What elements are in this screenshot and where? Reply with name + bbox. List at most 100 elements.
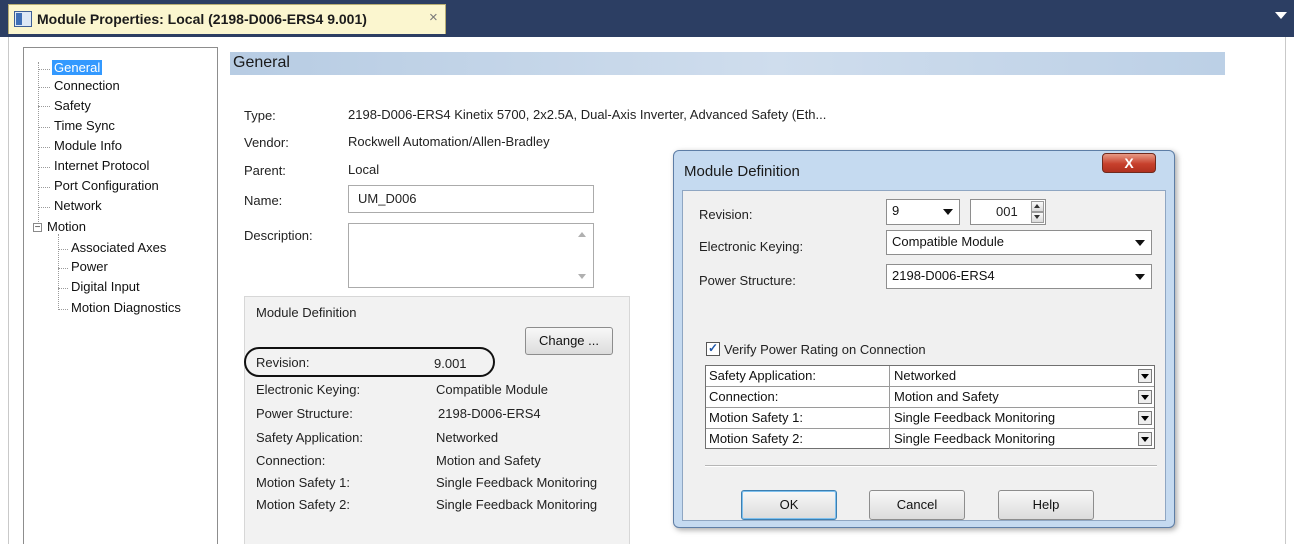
moddef-keying-value: Compatible Module <box>436 382 549 397</box>
motion-safety-2-value[interactable]: Single Feedback Monitoring <box>891 429 1137 449</box>
moddef-safety-app-label: Safety Application: <box>256 430 363 445</box>
motion-safety-1-value[interactable]: Single Feedback Monitoring <box>891 408 1137 428</box>
nav-item-power[interactable]: Power <box>71 259 108 274</box>
nav-item-digital-input[interactable]: Digital Input <box>71 279 140 294</box>
tree-connector <box>38 69 50 70</box>
grid-row: Safety Application: Networked <box>706 366 1154 387</box>
nav-item-internet-protocol[interactable]: Internet Protocol <box>54 158 149 173</box>
nav-item-associated-axes[interactable]: Associated Axes <box>71 240 166 255</box>
revision-highlight-oval <box>244 347 495 377</box>
scroll-up-icon[interactable] <box>578 232 586 237</box>
chevron-down-icon[interactable] <box>1138 432 1152 446</box>
nav-item-motion-diagnostics[interactable]: Motion Diagnostics <box>71 300 181 315</box>
moddef-motion-safety-2-label: Motion Safety 2: <box>256 497 350 512</box>
revision-minor-value: 001 <box>996 204 1018 219</box>
parent-value: Local <box>348 162 380 177</box>
tree-connector <box>58 249 68 250</box>
section-header: General <box>230 52 1225 75</box>
change-button[interactable]: Change ... <box>525 327 613 355</box>
chevron-down-icon <box>943 209 953 215</box>
moddef-motion-safety-1-value: Single Feedback Monitoring <box>436 475 598 490</box>
vendor-value: Rockwell Automation/Allen-Bradley <box>348 134 550 149</box>
spin-up-icon[interactable] <box>1031 201 1044 212</box>
grid-label: Motion Safety 1: <box>706 408 890 428</box>
connection-value[interactable]: Motion and Safety <box>891 387 1137 407</box>
safety-application-value[interactable]: Networked <box>891 366 1137 386</box>
dialog-close-button[interactable]: X <box>1102 153 1156 173</box>
moddef-power-label: Power Structure: <box>256 406 353 421</box>
nav-item-label: General <box>52 60 103 75</box>
tree-connector <box>38 147 50 148</box>
dialog-keying-label: Electronic Keying: <box>699 239 804 254</box>
tree-connector <box>58 288 68 289</box>
verify-power-rating-label: Verify Power Rating on Connection <box>724 342 926 357</box>
grid-row: Motion Safety 2: Single Feedback Monitor… <box>706 429 1154 450</box>
tree-connector <box>38 106 50 107</box>
spin-down-icon[interactable] <box>1031 212 1044 223</box>
safety-settings-grid: Safety Application: Networked Connection… <box>705 365 1155 449</box>
tab-list-dropdown-icon[interactable] <box>1275 12 1287 19</box>
type-value: 2198-D006-ERS4 Kinetix 5700, 2x2.5A, Dua… <box>348 107 827 122</box>
cancel-button[interactable]: Cancel <box>869 490 965 520</box>
nav-item-network[interactable]: Network <box>54 198 102 213</box>
nav-item-module-info[interactable]: Module Info <box>54 138 122 153</box>
dialog-separator <box>705 465 1157 467</box>
revision-minor-spinner[interactable]: 001 <box>970 199 1046 225</box>
dialog-title: Module Definition <box>684 163 800 180</box>
chevron-down-icon[interactable] <box>1138 411 1152 425</box>
grid-row: Motion Safety 1: Single Feedback Monitor… <box>706 408 1154 429</box>
tab-close-icon[interactable]: × <box>429 9 438 26</box>
grid-row: Connection: Motion and Safety <box>706 387 1154 408</box>
collapse-icon[interactable]: − <box>33 223 42 233</box>
tree-connector <box>38 127 50 128</box>
tree-connector <box>38 207 50 208</box>
ok-button[interactable]: OK <box>741 490 837 520</box>
module-definition-dialog: Module Definition X Revision: 9 001 Elec… <box>673 150 1175 528</box>
nav-item-general[interactable]: General <box>52 60 103 75</box>
scroll-down-icon[interactable] <box>578 274 586 279</box>
nav-item-safety[interactable]: Safety <box>54 98 91 113</box>
description-label: Description: <box>244 228 313 243</box>
electronic-keying-value: Compatible Module <box>892 234 1005 249</box>
chevron-down-icon[interactable] <box>1138 369 1152 383</box>
power-structure-select[interactable]: 2198-D006-ERS4 <box>886 264 1152 289</box>
module-properties-tab[interactable]: Module Properties: Local (2198-D006-ERS4… <box>8 4 446 34</box>
module-properties-icon <box>14 11 32 27</box>
tree-connector <box>38 87 50 88</box>
parent-label: Parent: <box>244 163 286 178</box>
grid-label: Connection: <box>706 387 890 407</box>
chevron-down-icon <box>1135 274 1145 280</box>
moddef-power-value: 2198-D006-ERS4 <box>438 406 541 421</box>
module-definition-title: Module Definition <box>256 305 357 320</box>
tree-connector <box>38 167 50 168</box>
type-label: Type: <box>244 108 276 123</box>
help-button[interactable]: Help <box>998 490 1094 520</box>
revision-major-value: 9 <box>892 203 900 218</box>
description-field[interactable] <box>348 223 594 288</box>
moddef-keying-label: Electronic Keying: <box>256 382 361 397</box>
document-tab-bar: Module Properties: Local (2198-D006-ERS4… <box>0 0 1294 37</box>
moddef-safety-app-value: Networked <box>436 430 499 445</box>
nav-item-time-sync[interactable]: Time Sync <box>54 118 115 133</box>
name-field-value: UM_D006 <box>358 191 417 206</box>
name-label: Name: <box>244 193 283 208</box>
nav-item-port-configuration[interactable]: Port Configuration <box>54 178 159 193</box>
revision-major-select[interactable]: 9 <box>886 199 960 225</box>
moddef-motion-safety-1-label: Motion Safety 1: <box>256 475 350 490</box>
tree-connector <box>58 268 68 269</box>
category-tree[interactable]: General Connection Safety Time Sync Modu… <box>23 47 218 544</box>
tree-connector <box>38 187 50 188</box>
verify-power-rating-checkbox[interactable]: ✓ <box>706 342 720 356</box>
name-field[interactable]: UM_D006 <box>348 185 594 213</box>
chevron-down-icon <box>1135 240 1145 246</box>
nav-item-connection[interactable]: Connection <box>54 78 120 93</box>
section-title: General <box>233 54 290 71</box>
electronic-keying-select[interactable]: Compatible Module <box>886 230 1152 255</box>
vendor-label: Vendor: <box>244 135 289 150</box>
tab-title: Module Properties: Local (2198-D006-ERS4… <box>37 11 367 27</box>
tree-connector <box>58 309 68 310</box>
chevron-down-icon[interactable] <box>1138 390 1152 404</box>
tree-connector <box>58 234 59 310</box>
nav-item-motion[interactable]: Motion <box>47 219 86 234</box>
power-structure-value: 2198-D006-ERS4 <box>892 268 995 283</box>
